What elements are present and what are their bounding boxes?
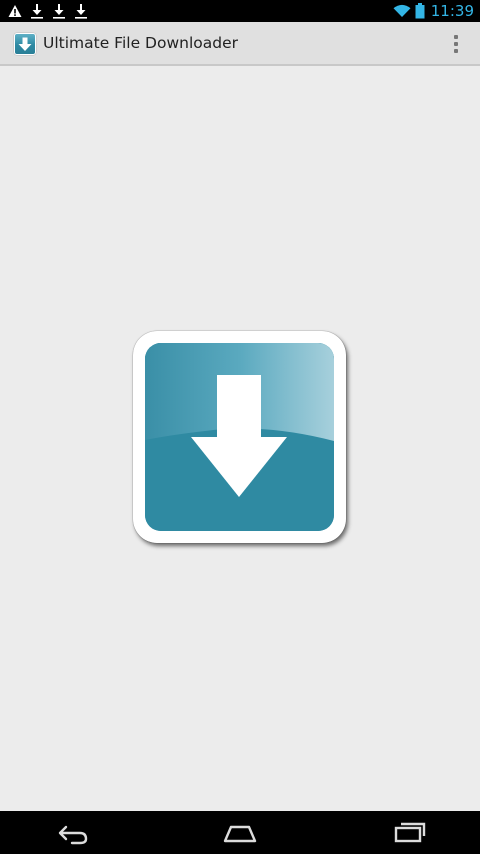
download-icon [53, 4, 65, 19]
logo-tile [145, 343, 334, 531]
download-arrow-logo [133, 331, 346, 543]
overflow-menu-icon[interactable] [444, 32, 468, 56]
down-arrow-icon [191, 375, 287, 497]
status-clock: 11:39 [430, 2, 474, 20]
notification-icons [8, 3, 96, 19]
download-icon [31, 4, 43, 19]
action-bar: Ultimate File Downloader [0, 22, 480, 66]
system-icons: 11:39 [389, 0, 474, 22]
download-icon [75, 4, 87, 19]
download-app-icon[interactable] [14, 33, 36, 55]
back-icon[interactable] [52, 819, 92, 847]
main-content [0, 68, 480, 811]
recent-apps-icon[interactable] [390, 819, 430, 847]
battery-icon [415, 3, 425, 19]
app-title: Ultimate File Downloader [43, 34, 238, 52]
home-icon[interactable] [220, 819, 260, 847]
warning-icon [8, 5, 22, 17]
wifi-icon [393, 4, 411, 17]
status-bar: 11:39 [0, 0, 480, 22]
navigation-bar [0, 811, 480, 854]
